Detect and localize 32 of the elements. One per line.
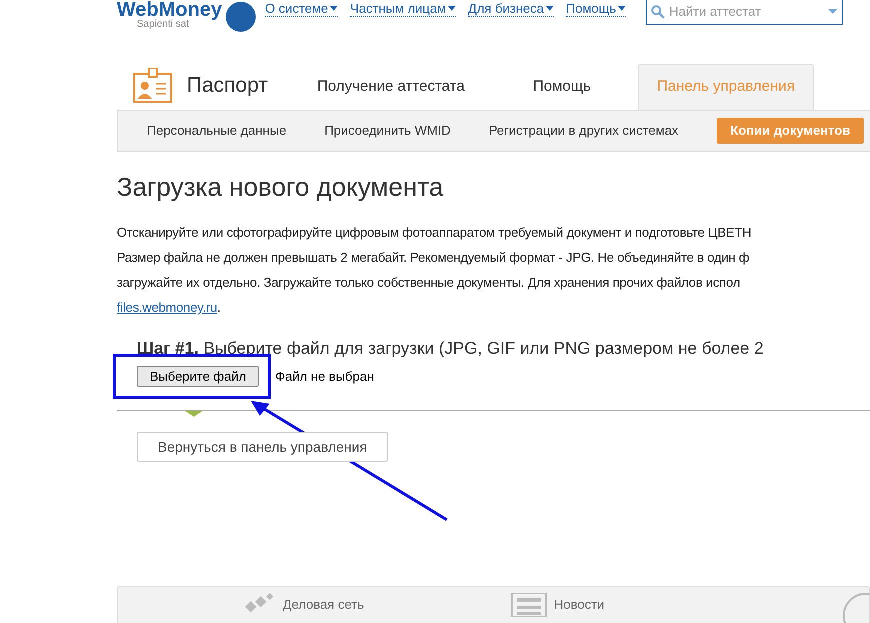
caret-icon — [330, 6, 338, 11]
pointer-icon — [185, 411, 203, 417]
footer-link[interactable]: Новости — [554, 595, 605, 615]
caret-icon — [546, 6, 554, 11]
logo-tagline: Sapienti sat — [137, 20, 190, 30]
search-field[interactable]: Найти аттестат — [646, 0, 844, 25]
caret-icon — [618, 6, 626, 11]
back-button[interactable]: Вернуться в панель управления — [137, 432, 388, 462]
subnav-tab[interactable]: Присоединить WMID — [324, 121, 451, 141]
subnav-tab[interactable]: Регистрации в других системах — [488, 121, 679, 141]
service-tab[interactable]: Помощь — [486, 64, 638, 110]
caret-icon — [828, 9, 838, 14]
newspaper-icon — [508, 593, 548, 617]
file-status: Файл не выбран — [275, 368, 374, 386]
step-heading: Шаг #1. Выберите файл для загрузки (JPG, GIF или PNG размером не более 2 — [137, 338, 765, 360]
nav-link[interactable]: О системе — [265, 1, 338, 17]
search-input[interactable]: Найти аттестат — [669, 2, 824, 22]
page-title: Загрузка нового документа — [117, 171, 445, 203]
id-card-icon — [133, 68, 173, 104]
files-link[interactable]: files.webmoney.ru — [117, 300, 218, 315]
search-icon — [651, 4, 666, 18]
file-picker-button[interactable]: Выберите файл — [137, 366, 260, 387]
footer-link[interactable]: Деловая сеть — [283, 595, 364, 615]
nav-link[interactable]: Для бизнеса — [468, 1, 554, 17]
nav-link[interactable]: Помощь — [566, 1, 626, 17]
caret-icon — [448, 6, 456, 11]
service-tab[interactable]: Получение аттестата — [296, 64, 486, 110]
service-title: Паспорт — [187, 73, 268, 100]
subnav-tab[interactable]: Персональные данные — [147, 121, 287, 141]
intro-paragraph: Отсканируйте или сфотографируйте цифровым фотоаппаратом требуемый документ и подготовьте ЦВЕТН Размер файла не должен превышать 2 мегабайт. Рекомендуемый формат - JPG. Не объединяйте в один ф загружайте их отдельно. Загружайте только собственные документы. Для хранения прочих файлов испол files.webmoney.ru. — [117, 224, 753, 317]
nav-link[interactable]: Частным лицам — [350, 1, 456, 17]
logo-text: WebMoney — [117, 0, 222, 20]
